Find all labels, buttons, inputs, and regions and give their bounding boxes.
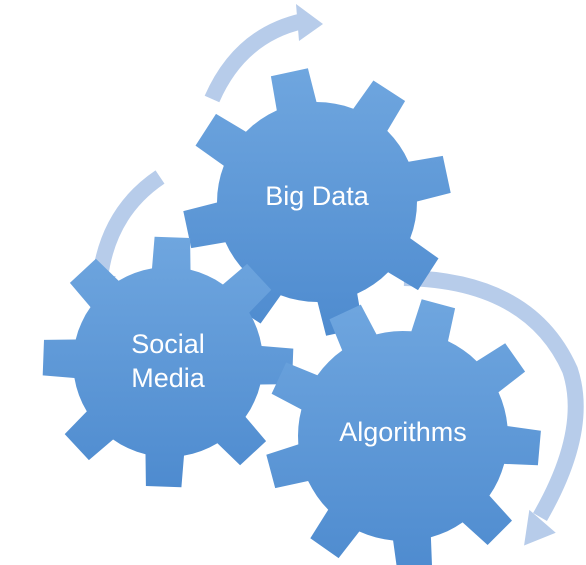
social-media-label-line1: Social — [131, 329, 205, 359]
gears-layer — [42, 68, 541, 565]
big-data-label: Big Data — [265, 181, 370, 211]
social-media-gear-icon — [42, 236, 294, 488]
social-media-label-line2: Media — [131, 363, 206, 393]
cycle-diagram: Big Data Social Media Algorithms — [0, 0, 586, 565]
diagram-canvas: Big Data Social Media Algorithms — [42, 4, 584, 565]
algorithms-label: Algorithms — [339, 417, 467, 447]
